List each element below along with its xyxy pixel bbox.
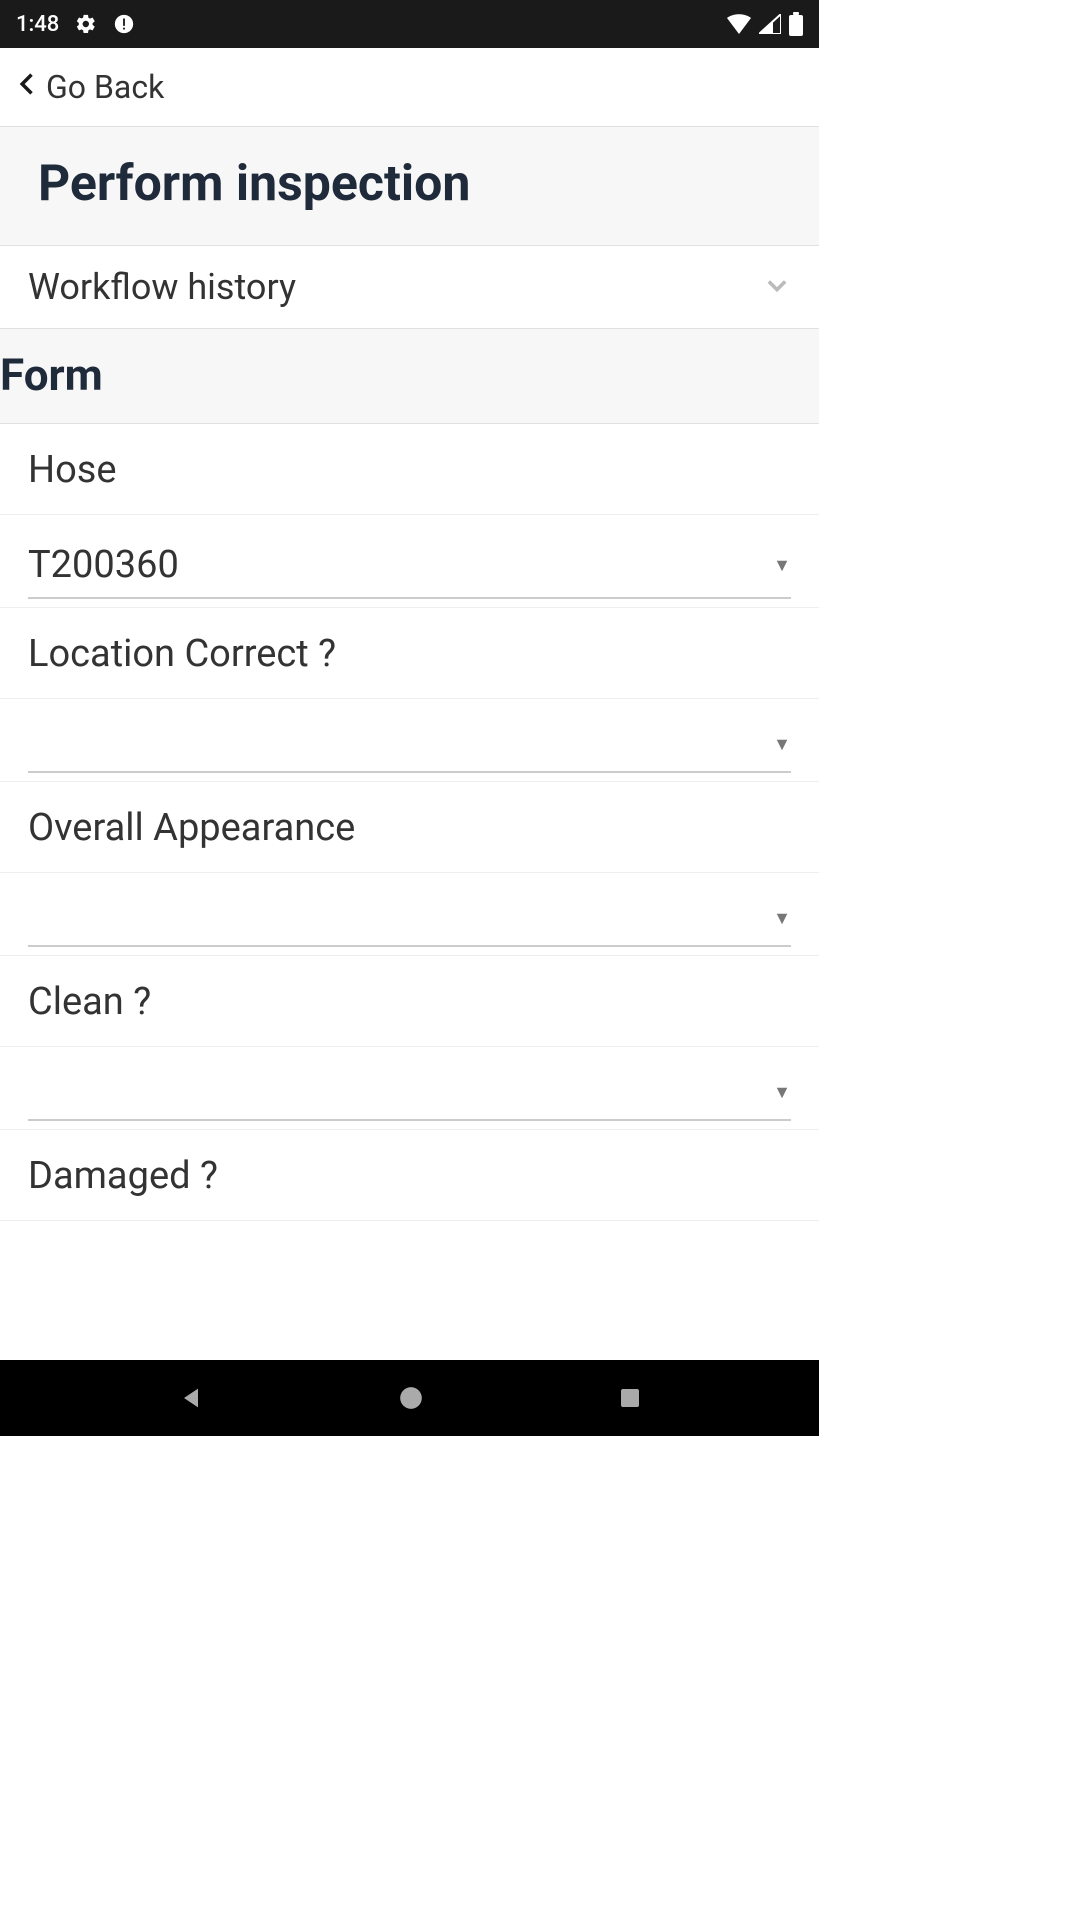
- caret-down-icon: ▼: [773, 734, 791, 755]
- workflow-history-label: Workflow history: [28, 266, 296, 308]
- nav-home-button[interactable]: [398, 1385, 424, 1411]
- alert-circle-icon: [113, 13, 135, 35]
- clean-select[interactable]: ▼: [28, 1069, 791, 1121]
- chevron-left-icon: [14, 66, 42, 108]
- gear-icon: [75, 13, 97, 35]
- overall-appearance-select[interactable]: ▼: [28, 895, 791, 947]
- field-label-location-correct: Location Correct ?: [0, 608, 819, 699]
- battery-full-icon: [789, 12, 803, 36]
- field-input-clean: ▼: [0, 1047, 819, 1130]
- field-label-text: Clean ?: [28, 980, 151, 1024]
- wifi-icon: [727, 14, 751, 34]
- hose-select-value: T200360: [28, 543, 179, 587]
- caret-down-icon: ▼: [773, 908, 791, 929]
- cell-signal-icon: [759, 14, 781, 34]
- caret-down-icon: ▼: [773, 555, 791, 576]
- go-back-button[interactable]: Go Back: [0, 48, 819, 127]
- field-label-text: Damaged ?: [28, 1154, 218, 1198]
- workflow-history-accordion[interactable]: Workflow history: [0, 246, 819, 329]
- field-input-location-correct: ▼: [0, 699, 819, 782]
- page-title-block: Perform inspection: [0, 127, 819, 246]
- status-bar-left: 1:48: [16, 12, 135, 37]
- field-label-text: Overall Appearance: [28, 806, 355, 850]
- location-correct-select[interactable]: ▼: [28, 721, 791, 773]
- page-title: Perform inspection: [38, 155, 781, 213]
- field-label-text: Location Correct ?: [28, 632, 336, 676]
- field-label-damaged: Damaged ?: [0, 1130, 819, 1221]
- field-input-hose: T200360 ▼: [0, 515, 819, 608]
- field-label-overall-appearance: Overall Appearance: [0, 782, 819, 873]
- field-input-overall-appearance: ▼: [0, 873, 819, 956]
- status-bar-right: [727, 12, 803, 36]
- form-area: Hose T200360 ▼ Location Correct ? ▼ Over…: [0, 424, 819, 1360]
- status-bar: 1:48: [0, 0, 819, 48]
- hose-select[interactable]: T200360 ▼: [28, 537, 791, 599]
- field-label-text: Hose: [28, 448, 117, 492]
- go-back-label: Go Back: [46, 68, 164, 106]
- status-time: 1:48: [16, 12, 59, 37]
- caret-down-icon: ▼: [773, 1082, 791, 1103]
- android-nav-bar: [0, 1360, 819, 1436]
- form-section-header: Form: [0, 329, 819, 424]
- chevron-down-icon: [763, 271, 791, 303]
- form-section-title: Form: [0, 349, 819, 401]
- nav-back-button[interactable]: [177, 1384, 205, 1412]
- nav-recent-button[interactable]: [618, 1386, 642, 1410]
- field-label-clean: Clean ?: [0, 956, 819, 1047]
- field-label-hose: Hose: [0, 424, 819, 515]
